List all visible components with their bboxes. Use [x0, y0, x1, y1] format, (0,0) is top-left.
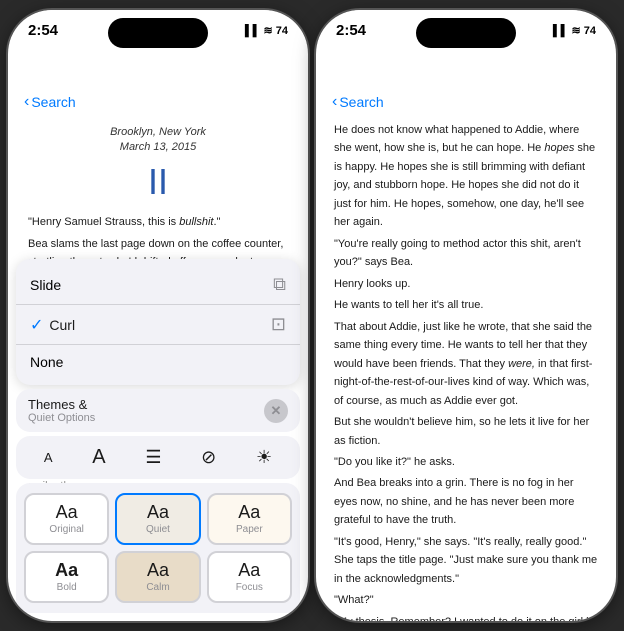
slide-label: Slide — [30, 277, 61, 293]
slide-icon: ⧉ — [273, 274, 286, 295]
back-label-right: Search — [339, 94, 383, 110]
themes-label: Themes & — [28, 397, 95, 412]
toolbar: A A ☰ ⊘ ☀ — [16, 436, 300, 479]
theme-cards: Aa Original Aa Quiet Aa Paper Aa — [16, 483, 300, 613]
check-icon: ✓ — [30, 315, 43, 335]
left-phone: 2:54 ▌▌ ≋ 74 ‹ Search Brooklyn, New York… — [8, 10, 308, 621]
theme-quiet[interactable]: Aa Quiet — [115, 493, 200, 545]
book-location: Brooklyn, New YorkMarch 13, 2015 — [28, 125, 288, 156]
theme-original[interactable]: Aa Original — [24, 493, 109, 545]
back-button-left[interactable]: ‹ Search — [24, 93, 76, 111]
chevron-left-icon-right: ‹ — [332, 93, 337, 111]
status-icons-left: ▌▌ ≋ 74 — [245, 24, 288, 37]
font-increase-button[interactable]: A — [92, 446, 105, 469]
theme-calm-aa: Aa — [147, 561, 169, 579]
themes-section: Themes & Quiet Options ✕ — [16, 389, 300, 432]
slide-option-none[interactable]: None — [16, 345, 300, 379]
theme-bold[interactable]: Aa Bold — [24, 551, 109, 603]
themes-text: Themes & Quiet Options — [28, 397, 95, 424]
theme-bold-aa: Aa — [55, 561, 78, 579]
time-right: 2:54 — [336, 22, 366, 39]
nav-bar-left: ‹ Search — [8, 89, 308, 117]
format-button[interactable]: ☰ — [145, 447, 161, 468]
theme-original-label: Original — [49, 524, 83, 535]
theme-focus-aa: Aa — [238, 561, 260, 579]
quiet-label: Quiet Options — [28, 412, 95, 424]
theme-row-2: Aa Bold Aa Calm Aa Focus — [24, 551, 292, 603]
theme-original-aa: Aa — [56, 503, 78, 521]
theme-paper-aa: Aa — [238, 503, 260, 521]
slide-menu: Slide ⧉ ✓ Curl ⊡ None — [16, 259, 300, 385]
slide-option-slide[interactable]: Slide ⧉ — [16, 265, 300, 305]
slide-option-curl[interactable]: ✓ Curl ⊡ — [16, 305, 300, 345]
theme-quiet-label: Quiet — [146, 524, 170, 535]
overlay-panel: Slide ⧉ ✓ Curl ⊡ None — [8, 259, 308, 621]
right-phone: 2:54 ▌▌ ≋ 74 ‹ Search He does not know w… — [316, 10, 616, 621]
theme-quiet-aa: Aa — [147, 503, 169, 521]
theme-paper[interactable]: Aa Paper — [207, 493, 292, 545]
chevron-left-icon: ‹ — [24, 93, 29, 111]
chapter-numeral: II — [28, 160, 288, 203]
theme-row-1: Aa Original Aa Quiet Aa Paper — [24, 493, 292, 545]
dynamic-island-right — [416, 18, 516, 48]
theme-calm-label: Calm — [146, 582, 169, 593]
status-icons-right: ▌▌ ≋ 74 — [553, 24, 596, 37]
theme-focus-label: Focus — [236, 582, 263, 593]
theme-paper-label: Paper — [236, 524, 263, 535]
close-button[interactable]: ✕ — [264, 399, 288, 423]
curl-label: Curl — [49, 317, 75, 333]
curl-icon: ⊡ — [271, 314, 286, 335]
font-decrease-button[interactable]: A — [44, 450, 53, 465]
nav-bar-right: ‹ Search — [316, 89, 616, 117]
time-left: 2:54 — [28, 22, 58, 39]
dynamic-island — [108, 18, 208, 48]
bookmark-button[interactable]: ⊘ — [201, 447, 216, 468]
book-content-right: He does not know what happened to Addie,… — [316, 117, 616, 621]
back-label-left: Search — [31, 94, 75, 110]
book-title-section: Brooklyn, New YorkMarch 13, 2015 II — [28, 125, 288, 203]
theme-focus[interactable]: Aa Focus — [207, 551, 292, 603]
back-button-right[interactable]: ‹ Search — [332, 93, 384, 111]
none-label: None — [30, 354, 63, 370]
brightness-button[interactable]: ☀ — [256, 447, 272, 468]
theme-bold-label: Bold — [57, 582, 77, 593]
theme-calm[interactable]: Aa Calm — [115, 551, 200, 603]
